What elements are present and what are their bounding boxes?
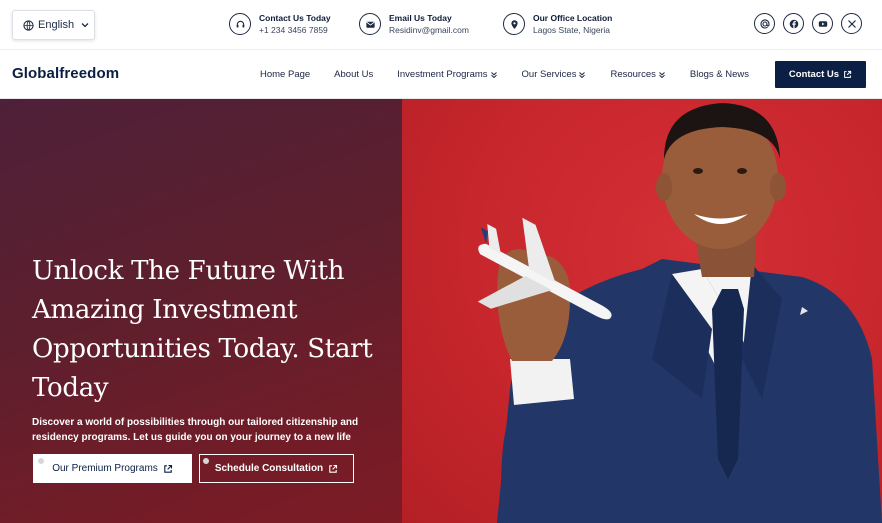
contact-us-label: Contact Us (788, 69, 840, 80)
nav-blogs-news[interactable]: Blogs & News (690, 69, 749, 80)
x-icon[interactable] (841, 13, 862, 34)
logo-text: Globalfreedom (12, 65, 120, 82)
contact-location-title: Our Office Location (533, 13, 613, 23)
nav-resources-label: Resources (610, 69, 656, 80)
nav-about[interactable]: About Us (334, 69, 373, 80)
external-link-icon (844, 70, 852, 78)
youtube-icon[interactable] (812, 13, 833, 34)
contact-us-button[interactable]: Contact Us (775, 61, 866, 88)
nav-investment-label: Investment Programs (397, 69, 488, 80)
hero-right-panel (402, 99, 882, 523)
button-decor-dot (203, 458, 209, 464)
language-label: English (38, 19, 75, 31)
external-link-icon (164, 464, 172, 473)
nav-home[interactable]: Home Page (260, 69, 310, 80)
social-links (754, 13, 862, 34)
facebook-icon[interactable] (783, 13, 804, 34)
double-chevron-down-icon (490, 71, 497, 78)
language-selector[interactable]: English (12, 10, 95, 40)
nav-home-label: Home Page (260, 69, 311, 80)
nav-menu: Home Page About Us Investment Programs O… (260, 50, 749, 99)
nav-services-label: Our Services (521, 69, 577, 80)
mail-icon (359, 13, 381, 35)
globe-icon (23, 19, 34, 31)
contact-location[interactable]: Our Office Location Lagos State, Nigeria (503, 12, 612, 36)
headset-icon (229, 13, 251, 35)
main-navbar: Globalfreedom Home Page About Us Investm… (0, 50, 882, 99)
schedule-consultation-label: Schedule Consultation (214, 463, 324, 474)
contact-email-value: Residinv@gmail.com (389, 25, 469, 35)
contact-phone[interactable]: Contact Us Today +1 234 3456 7859 (229, 12, 331, 36)
schedule-consultation-button[interactable]: Schedule Consultation (199, 454, 354, 483)
location-pin-icon (503, 13, 525, 35)
external-link-icon (329, 464, 338, 473)
nav-our-services[interactable]: Our Services (522, 69, 587, 80)
nav-about-label: About Us (334, 69, 374, 80)
contact-phone-title: Contact Us Today (259, 13, 331, 23)
contact-email-title: Email Us Today (389, 13, 452, 23)
nav-investment-programs[interactable]: Investment Programs (397, 69, 497, 80)
top-info-bar: English Contact Us Today +1 234 3456 785… (0, 0, 882, 50)
threads-icon[interactable] (754, 13, 775, 34)
contact-email[interactable]: Email Us Today Residinv@gmail.com (359, 12, 469, 36)
contact-phone-value: +1 234 3456 7859 (259, 25, 328, 35)
contact-location-value: Lagos State, Nigeria (533, 25, 611, 35)
nav-resources[interactable]: Resources (610, 69, 665, 80)
double-chevron-down-icon (659, 71, 665, 78)
double-chevron-down-icon (579, 71, 586, 78)
hero-section: Unlock The Future With Amazing Investmen… (0, 99, 882, 523)
hero-headline: Unlock The Future With Amazing Investmen… (32, 256, 373, 403)
hero-man-with-airplane-image (477, 103, 882, 523)
button-decor-dot (38, 458, 44, 464)
page: English Contact Us Today +1 234 3456 785… (0, 0, 882, 523)
chevron-down-icon (81, 23, 89, 28)
nav-blogs-label: Blogs & News (689, 69, 750, 80)
site-logo[interactable]: Globalfreedom (12, 65, 119, 82)
premium-programs-button[interactable]: Our Premium Programs (33, 454, 192, 483)
hero-subtext: Discover a world of possibilities throug… (32, 417, 359, 443)
premium-programs-label: Our Premium Programs (52, 463, 158, 474)
